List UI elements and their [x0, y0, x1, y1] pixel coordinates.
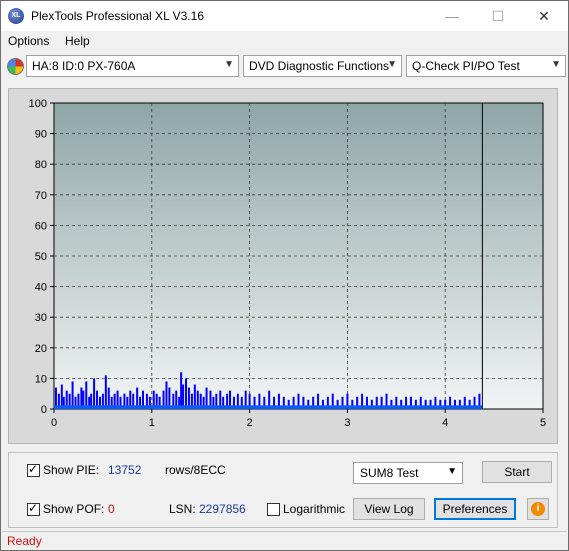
title-bar: XL PlexTools Professional XL V3.16 — ☐ ✕ — [1, 1, 568, 31]
control-panel: Show PIE: 13752 rows/8ECC SUM8 Test ▼ St… — [8, 452, 558, 528]
pie-value: 13752 — [108, 463, 142, 477]
info-button[interactable]: i — [527, 498, 549, 520]
menu-help[interactable]: Help — [65, 34, 90, 48]
maximize-button[interactable]: ☐ — [475, 1, 521, 31]
pie-bar — [104, 375, 107, 409]
preferences-button[interactable]: Preferences — [434, 498, 516, 520]
y-axis-ticks: 0 10 20 30 40 50 60 70 80 90 100 — [29, 98, 54, 416]
function-select[interactable]: DVD Diagnostic Functions ▼ — [243, 55, 402, 77]
y-tick-label: 80 — [35, 159, 47, 171]
sum-test-select[interactable]: SUM8 Test ▼ — [353, 462, 463, 484]
show-pof-checkbox[interactable] — [27, 501, 40, 516]
show-pie-label: Show PIE: — [43, 463, 100, 477]
y-tick-label: 0 — [41, 404, 47, 416]
start-button[interactable]: Start — [482, 461, 552, 483]
status-bar: Ready — [2, 531, 567, 550]
chevron-down-icon: ▼ — [224, 59, 234, 70]
pi-po-chart: 0 10 20 30 40 50 60 70 80 90 100 0 1 2 3 4 5 — [29, 98, 546, 429]
view-log-button[interactable]: View Log — [353, 498, 425, 520]
main-window: XL PlexTools Professional XL V3.16 — ☐ ✕… — [0, 0, 569, 551]
logarithmic-label: Logarithmic — [283, 502, 346, 516]
test-select[interactable]: Q-Check PI/PO Test ▼ — [406, 55, 566, 77]
pie-bar — [85, 381, 88, 409]
pie-bar — [93, 378, 96, 409]
pie-baseline-band — [54, 405, 483, 409]
toolbar: HA:8 ID:0 PX-760A ▼ DVD Diagnostic Funct… — [1, 53, 568, 81]
disc-drive-icon — [7, 58, 24, 75]
function-select-value: DVD Diagnostic Functions — [249, 59, 390, 73]
pie-bar — [71, 381, 74, 409]
y-tick-label: 100 — [29, 98, 47, 110]
logarithmic-checkbox[interactable] — [267, 503, 280, 516]
y-tick-label: 60 — [35, 220, 47, 232]
y-tick-label: 20 — [35, 343, 47, 355]
x-tick-label: 1 — [149, 417, 155, 429]
app-icon: XL — [8, 8, 24, 24]
x-axis-ticks: 0 1 2 3 4 5 — [51, 409, 546, 429]
chevron-down-icon: ▼ — [551, 59, 561, 70]
drive-select-value: HA:8 ID:0 PX-760A — [32, 59, 136, 73]
lsn-label: LSN: — [169, 502, 196, 516]
menu-options[interactable]: Options — [8, 34, 49, 48]
rows-label: rows/8ECC — [165, 463, 226, 477]
drive-select[interactable]: HA:8 ID:0 PX-760A ▼ — [26, 55, 239, 77]
info-icon: i — [531, 502, 545, 516]
pof-value: 0 — [108, 502, 115, 516]
chevron-down-icon: ▼ — [387, 59, 397, 70]
minimize-button[interactable]: — — [429, 1, 475, 31]
x-tick-label: 0 — [51, 417, 57, 429]
window-title: PlexTools Professional XL V3.16 — [31, 9, 204, 23]
chart-frame: 0 10 20 30 40 50 60 70 80 90 100 0 1 2 3 4 5 — [8, 88, 558, 444]
x-tick-label: 2 — [247, 417, 253, 429]
menu-bar: Options Help — [1, 32, 568, 52]
pie-bar — [165, 381, 168, 409]
y-tick-label: 30 — [35, 312, 47, 324]
y-tick-label: 50 — [35, 251, 47, 263]
y-tick-label: 40 — [35, 282, 47, 294]
y-tick-label: 70 — [35, 190, 47, 202]
x-tick-label: 5 — [540, 417, 546, 429]
y-tick-label: 10 — [35, 373, 47, 385]
sum-test-select-value: SUM8 Test — [360, 466, 419, 480]
test-select-value: Q-Check PI/PO Test — [412, 59, 520, 73]
y-tick-label: 90 — [35, 129, 47, 141]
menu-options-label: Options — [8, 34, 50, 48]
status-text: Ready — [7, 534, 42, 548]
lsn-value: 2297856 — [199, 502, 246, 516]
menu-help-label: Help — [65, 34, 90, 48]
x-tick-label: 3 — [344, 417, 350, 429]
x-tick-label: 4 — [442, 417, 448, 429]
chevron-down-icon: ▼ — [447, 466, 457, 477]
pie-bar — [180, 372, 183, 409]
pie-bar — [185, 378, 188, 409]
show-pie-checkbox[interactable] — [27, 462, 40, 477]
close-button[interactable]: ✕ — [521, 1, 567, 31]
show-pof-label: Show POF: — [43, 502, 105, 516]
